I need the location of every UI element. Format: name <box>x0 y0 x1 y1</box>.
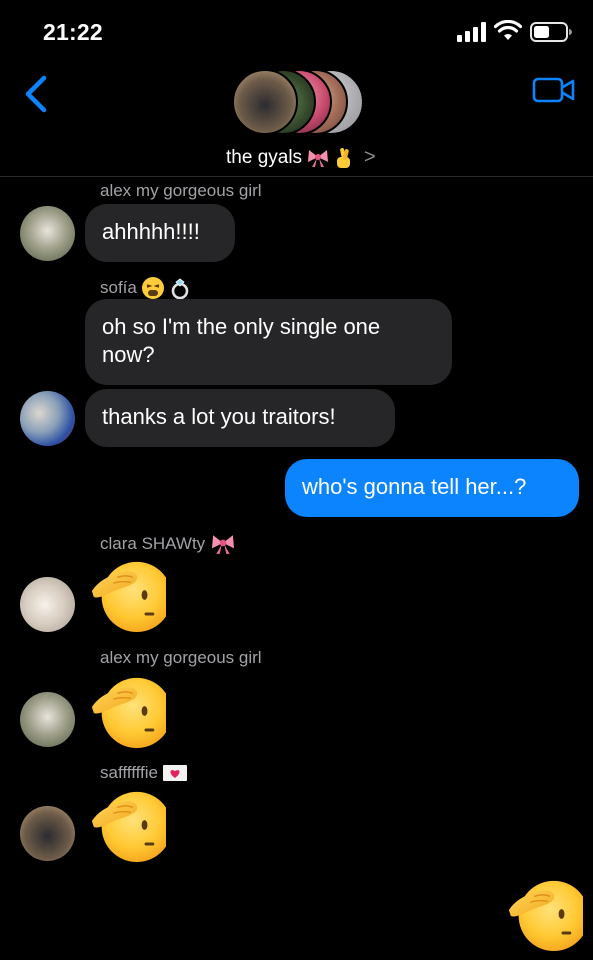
sender-name: alex my gorgeous girl <box>100 181 262 201</box>
saluting-face-emoji-icon <box>88 672 166 750</box>
sender-name: sofía <box>100 276 193 300</box>
avatar[interactable] <box>20 806 75 861</box>
crossed-fingers-emoji-icon <box>337 147 351 168</box>
tired-face-emoji-icon <box>141 277 164 299</box>
sender-label: alex my gorgeous girl <box>100 648 262 667</box>
avatar[interactable] <box>20 391 75 446</box>
avatar[interactable] <box>20 692 75 747</box>
ribbon-emoji-icon <box>212 535 235 554</box>
wifi-icon <box>494 20 522 40</box>
saluting-face-emoji-icon <box>88 556 166 634</box>
saluting-face-emoji-icon <box>88 786 166 864</box>
sender-label: sofía <box>100 278 137 297</box>
saluting-face-emoji-icon-outgoing <box>505 875 583 953</box>
group-details-chevron: > <box>364 146 376 168</box>
status-time: 21:22 <box>43 19 103 45</box>
sender-label: clara SHAWty <box>100 534 206 553</box>
message-bubble[interactable]: ahhhhh!!!! <box>85 204 235 262</box>
message-bubble[interactable]: oh so I'm the only single one now? <box>85 299 452 385</box>
ring-emoji-icon <box>171 278 189 300</box>
avatar[interactable] <box>20 577 75 632</box>
message-text: who's gonna tell her...? <box>302 474 527 499</box>
message-text: ahhhhh!!!! <box>102 219 200 244</box>
battery-icon <box>530 22 572 42</box>
sender-name: alex my gorgeous girl <box>100 648 262 668</box>
cellular-signal-icon <box>457 22 486 42</box>
sender-label: saffffffie <box>100 763 158 782</box>
group-avatar-main <box>232 69 298 135</box>
group-avatars[interactable] <box>232 69 372 137</box>
ribbon-emoji-icon <box>308 149 329 167</box>
love-letter-emoji-icon <box>163 765 187 781</box>
avatar[interactable] <box>20 206 75 261</box>
sender-label: alex my gorgeous girl <box>100 181 262 200</box>
sender-name: saffffffie <box>100 763 188 783</box>
back-chevron-icon[interactable] <box>20 74 52 114</box>
video-call-icon[interactable] <box>532 76 576 104</box>
message-bubble[interactable]: thanks a lot you traitors! <box>85 389 395 447</box>
sender-name: clara SHAWty <box>100 533 237 555</box>
message-text: thanks a lot you traitors! <box>102 404 336 429</box>
header-divider <box>0 176 593 177</box>
group-name-row[interactable]: the gyals > <box>226 146 376 169</box>
group-name: the gyals <box>226 146 303 168</box>
status-bar: 21:22 <box>0 0 593 60</box>
message-bubble-outgoing[interactable]: who's gonna tell her...? <box>285 459 579 517</box>
message-text: oh so I'm the only single one now? <box>102 314 381 367</box>
